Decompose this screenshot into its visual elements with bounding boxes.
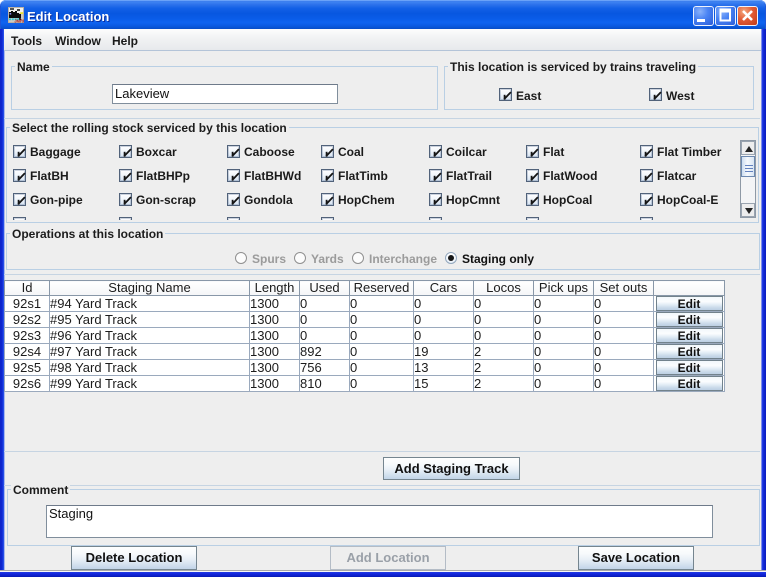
svg-text:JMRI: JMRI	[14, 19, 24, 23]
